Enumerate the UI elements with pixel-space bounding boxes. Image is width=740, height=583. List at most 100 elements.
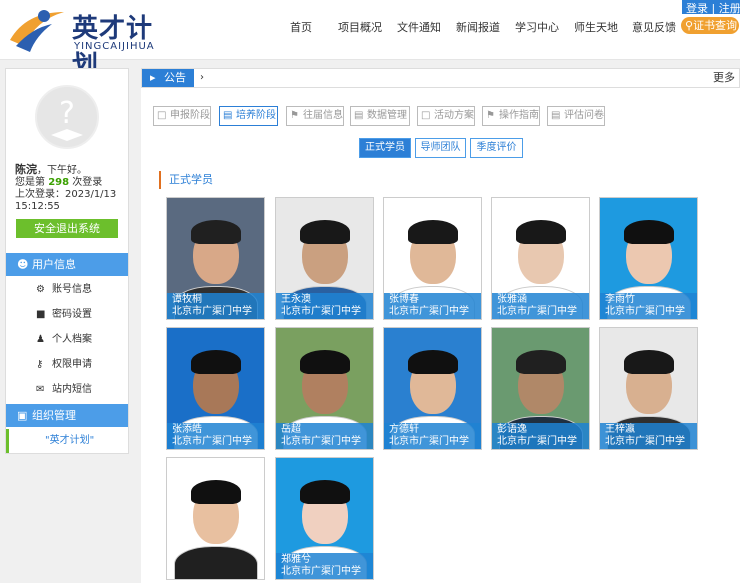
- student-name: 张雅涵: [497, 294, 527, 305]
- section-title: 正式学员: [159, 171, 213, 189]
- menu-password-settings[interactable]: ■ 密码设置: [6, 302, 128, 327]
- login-count: 298: [48, 177, 70, 188]
- user-greeting: 陈浣，下午好。 您是第 298 次登录 上次登录：2023/1/13 15:12…: [15, 164, 116, 213]
- student-card[interactable]: 王梓瀛 北京市广渠门中学: [599, 327, 698, 450]
- student-photo-hair: [515, 350, 566, 374]
- last-login-date: 上次登录：2023/1/13: [15, 189, 117, 200]
- database-icon: ▤: [354, 110, 364, 121]
- menu-permission-label: 权限申请: [52, 359, 92, 370]
- tab-quarterly-evaluation[interactable]: 季度评价: [470, 138, 523, 158]
- student-name: 王永澳: [281, 294, 311, 305]
- last-login-time: 15:12:55: [15, 201, 60, 212]
- tab-data-management[interactable]: ▤ 数据管理: [350, 106, 410, 126]
- student-photo-hair: [407, 350, 458, 374]
- menu-account-info[interactable]: ⚙ 账号信息: [6, 277, 128, 302]
- student-name: 王梓瀛: [605, 424, 635, 435]
- logo-english-text: YINGCAIJIHUA: [74, 41, 155, 52]
- tab-formal-students[interactable]: 正式学员: [359, 138, 411, 158]
- envelope-icon: ✉: [36, 384, 45, 395]
- nav-teachers-students[interactable]: 师生天地: [574, 19, 618, 35]
- student-photo-hair: [190, 220, 241, 244]
- student-photo-body: [173, 546, 258, 579]
- svg-text:?: ?: [59, 96, 75, 131]
- tab-mentor-team[interactable]: 导师团队: [415, 138, 466, 158]
- student-card[interactable]: 王永澳 北京市广渠门中学: [275, 197, 374, 320]
- certificate-query-button[interactable]: ⚲证书查询: [681, 17, 739, 34]
- student-name: 李雨竹: [605, 294, 635, 305]
- student-photo-hair: [299, 480, 350, 504]
- person-icon: ♟: [36, 334, 45, 345]
- student-photo-hair: [407, 220, 458, 244]
- nav-documents[interactable]: 文件通知: [397, 19, 441, 35]
- site-logo[interactable]: 英才计划 YINGCAIJIHUA: [6, 6, 174, 81]
- lock-icon: ■: [36, 309, 46, 320]
- student-school: 北京市广渠门中学: [497, 306, 577, 317]
- student-card[interactable]: 郑雅兮 北京市广渠门中学: [275, 457, 374, 580]
- menu-user-info[interactable]: ☻ 用户信息: [6, 253, 128, 276]
- register-link[interactable]: 注册: [719, 0, 740, 16]
- menu-user-info-label: 用户信息: [32, 258, 76, 271]
- student-card[interactable]: 张博春 北京市广渠门中学: [383, 197, 482, 320]
- student-caption: 岳超 北京市广渠门中学: [276, 423, 373, 449]
- menu-password-label: 密码设置: [52, 309, 92, 320]
- student-name: 张博春: [389, 294, 419, 305]
- student-card[interactable]: 李雨竹 北京市广渠门中学: [599, 197, 698, 320]
- bookmark-icon: ⚑: [290, 110, 299, 121]
- menu-account-info-label: 账号信息: [52, 284, 92, 295]
- student-caption: 张添皓 北京市广渠门中学: [167, 423, 264, 449]
- account-links: 登录 | 注册: [682, 0, 740, 16]
- menu-permission-request[interactable]: ⚷ 权限申请: [6, 352, 128, 377]
- key-icon: ⚷: [36, 359, 44, 370]
- student-photo-hair: [299, 220, 350, 244]
- nav-learning-center[interactable]: 学习中心: [515, 19, 559, 35]
- student-photo-hair: [190, 350, 241, 374]
- student-card[interactable]: 张雅涵 北京市广渠门中学: [491, 197, 590, 320]
- flag-icon: ⚑: [486, 110, 495, 121]
- menu-yingcai-plan[interactable]: "英才计划": [6, 429, 128, 453]
- tab-operation-guide[interactable]: ⚑ 操作指南: [482, 106, 540, 126]
- menu-org-management[interactable]: ▣ 组织管理: [6, 404, 128, 427]
- notice-tag[interactable]: ▸ 公告: [142, 69, 194, 87]
- tab-training-label: 培养阶段: [236, 110, 276, 121]
- student-photo-hair: [623, 350, 674, 374]
- student-school: 北京市广渠门中学: [389, 436, 469, 447]
- login-link[interactable]: 登录: [686, 0, 708, 16]
- logout-button[interactable]: 安全退出系统: [16, 219, 118, 238]
- student-card[interactable]: 彭语逸 北京市广渠门中学: [491, 327, 590, 450]
- tab-guide-label: 操作指南: [499, 110, 539, 121]
- student-caption: 谭牧桐 北京市广渠门中学: [167, 293, 264, 319]
- monitor-icon: ▣: [17, 409, 28, 422]
- student-photo-hair: [515, 220, 566, 244]
- student-school: 北京市广渠门中学: [605, 436, 685, 447]
- student-card[interactable]: 岳超 北京市广渠门中学: [275, 327, 374, 450]
- nav-news[interactable]: 新闻报道: [456, 19, 500, 35]
- question-mark-icon: ?: [51, 96, 83, 141]
- tab-application-stage[interactable]: □ 申报阶段: [153, 106, 211, 126]
- student-name: 谭牧桐: [172, 294, 202, 305]
- student-school: 北京市广渠门中学: [281, 566, 361, 577]
- tab-evaluation-survey[interactable]: ▤ 评估问卷: [547, 106, 605, 126]
- clipboard-icon: ▤: [551, 110, 561, 121]
- notice-more-link[interactable]: 更多: [713, 69, 735, 87]
- student-caption: 张博春 北京市广渠门中学: [384, 293, 481, 319]
- nav-feedback[interactable]: 意见反馈: [632, 19, 676, 35]
- menu-profile-label: 个人档案: [52, 334, 92, 345]
- student-name: 彭语逸: [497, 424, 527, 435]
- tab-previous-info[interactable]: ⚑ 往届信息: [286, 106, 344, 126]
- menu-personal-profile[interactable]: ♟ 个人档案: [6, 327, 128, 352]
- search-icon: ⚲: [685, 19, 694, 32]
- student-card[interactable]: 张添皓 北京市广渠门中学: [166, 327, 265, 450]
- student-school: 北京市广渠门中学: [281, 436, 361, 447]
- user-icon: ☻: [17, 258, 29, 271]
- nav-project-overview[interactable]: 项目概况: [338, 19, 382, 35]
- student-card[interactable]: 谭牧桐 北京市广渠门中学: [166, 197, 265, 320]
- nav-home[interactable]: 首页: [290, 19, 312, 35]
- tab-activity-plan[interactable]: □ 活动方案: [417, 106, 475, 126]
- student-school: 北京市广渠门中学: [497, 436, 577, 447]
- menu-messages-label: 站内短信: [52, 384, 92, 395]
- login-count-prefix: 您是第: [15, 177, 45, 188]
- student-card[interactable]: [166, 457, 265, 580]
- tab-training-stage[interactable]: ▤ 培养阶段: [219, 106, 278, 126]
- menu-site-messages[interactable]: ✉ 站内短信: [6, 377, 128, 402]
- student-card[interactable]: 方德轩 北京市广渠门中学: [383, 327, 482, 450]
